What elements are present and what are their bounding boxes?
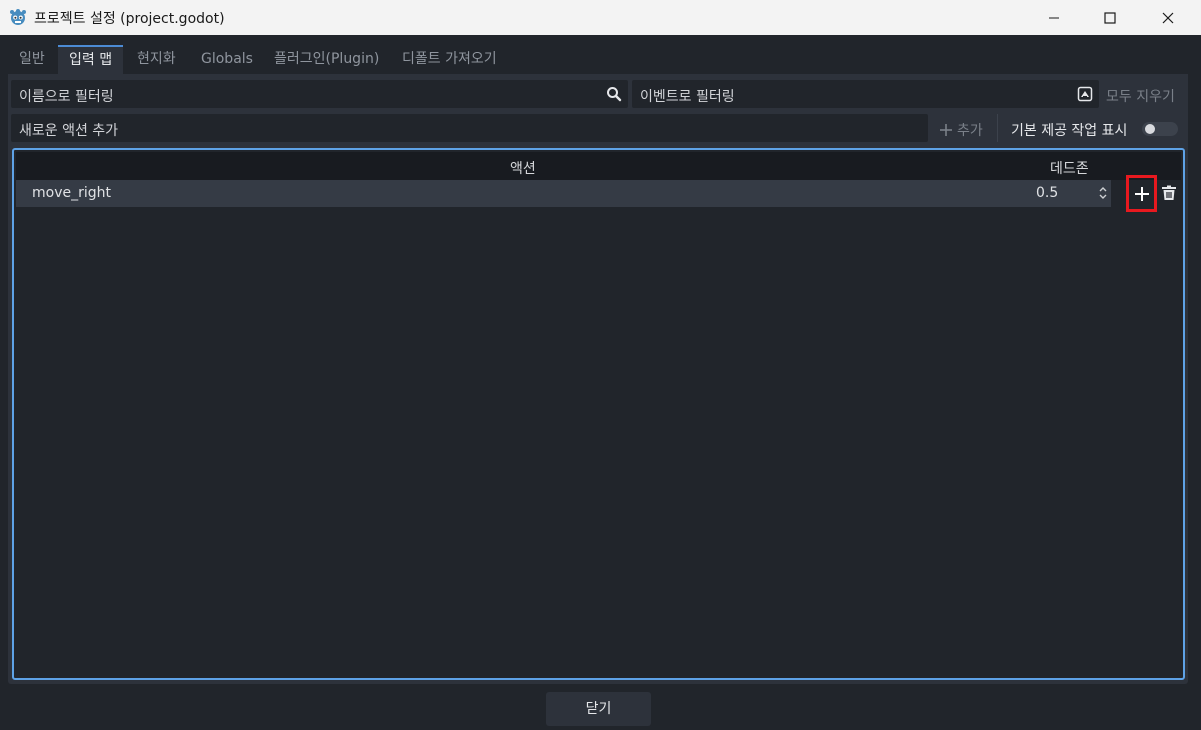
show-builtin-toggle[interactable] (1142, 122, 1178, 136)
minimize-button[interactable] (1031, 0, 1077, 35)
maximize-button[interactable] (1087, 0, 1133, 35)
new-action-placeholder: 새로운 액션 추가 (19, 123, 119, 139)
godot-logo-icon (10, 9, 26, 25)
spin-arrows-icon[interactable] (1098, 186, 1108, 200)
action-row-move-right[interactable]: move_right 0.5 (16, 180, 1111, 207)
column-action: 액션 (510, 161, 536, 177)
show-builtin-label: 기본 제공 작업 표시 (1011, 123, 1128, 139)
event-filter-input[interactable]: 이벤트로 필터링 (632, 80, 1099, 108)
close-window-button[interactable] (1145, 0, 1191, 35)
tab-plugins[interactable]: 플러그인(Plugin) (263, 45, 390, 74)
trash-icon[interactable] (1161, 185, 1177, 201)
new-action-input[interactable]: 새로운 액션 추가 (11, 114, 928, 142)
action-name: move_right (32, 185, 111, 201)
maximize-icon (1104, 11, 1116, 24)
add-action-label: 추가 (957, 123, 983, 139)
column-deadzone: 데드존 (1050, 161, 1089, 177)
plus-icon (1134, 186, 1149, 201)
close-button[interactable]: 닫기 (546, 692, 651, 726)
clear-all-button[interactable]: 모두 지우기 (1106, 86, 1175, 106)
add-event-button[interactable] (1126, 175, 1157, 212)
search-icon (607, 87, 622, 102)
tab-globals[interactable]: Globals (190, 45, 264, 74)
tab-general[interactable]: 일반 (8, 45, 56, 74)
tab-input-map[interactable]: 입력 맵 (58, 45, 124, 74)
name-filter-input[interactable]: 이름으로 필터링 (11, 80, 628, 108)
close-icon (1162, 12, 1174, 23)
tab-localization[interactable]: 현지화 (126, 45, 187, 74)
window-title: 프로젝트 설정 (project.godot) (34, 11, 225, 27)
plus-icon (940, 124, 952, 136)
divider (997, 114, 998, 142)
title-bar: 프로젝트 설정 (project.godot) (0, 0, 1201, 35)
deadzone-value[interactable]: 0.5 (1036, 185, 1058, 201)
project-settings-panel: 일반 입력 맵 현지화 Globals 플러그인(Plugin) 디폴트 가져오… (8, 44, 1188, 684)
tab-bar: 일반 입력 맵 현지화 Globals 플러그인(Plugin) 디폴트 가져오… (8, 44, 1188, 74)
add-action-button[interactable]: 추가 (939, 120, 983, 140)
action-tree[interactable]: 액션 데드존 move_right 0.5 (12, 148, 1185, 680)
tree-header: 액션 데드존 (16, 152, 1181, 180)
tab-import-defaults[interactable]: 디폴트 가져오기 (391, 45, 508, 74)
event-filter-placeholder: 이벤트로 필터링 (640, 89, 735, 105)
keyboard-listen-icon (1077, 86, 1093, 102)
name-filter-placeholder: 이름으로 필터링 (19, 89, 114, 105)
toggle-knob (1145, 124, 1155, 134)
minimize-icon (1049, 17, 1059, 18)
